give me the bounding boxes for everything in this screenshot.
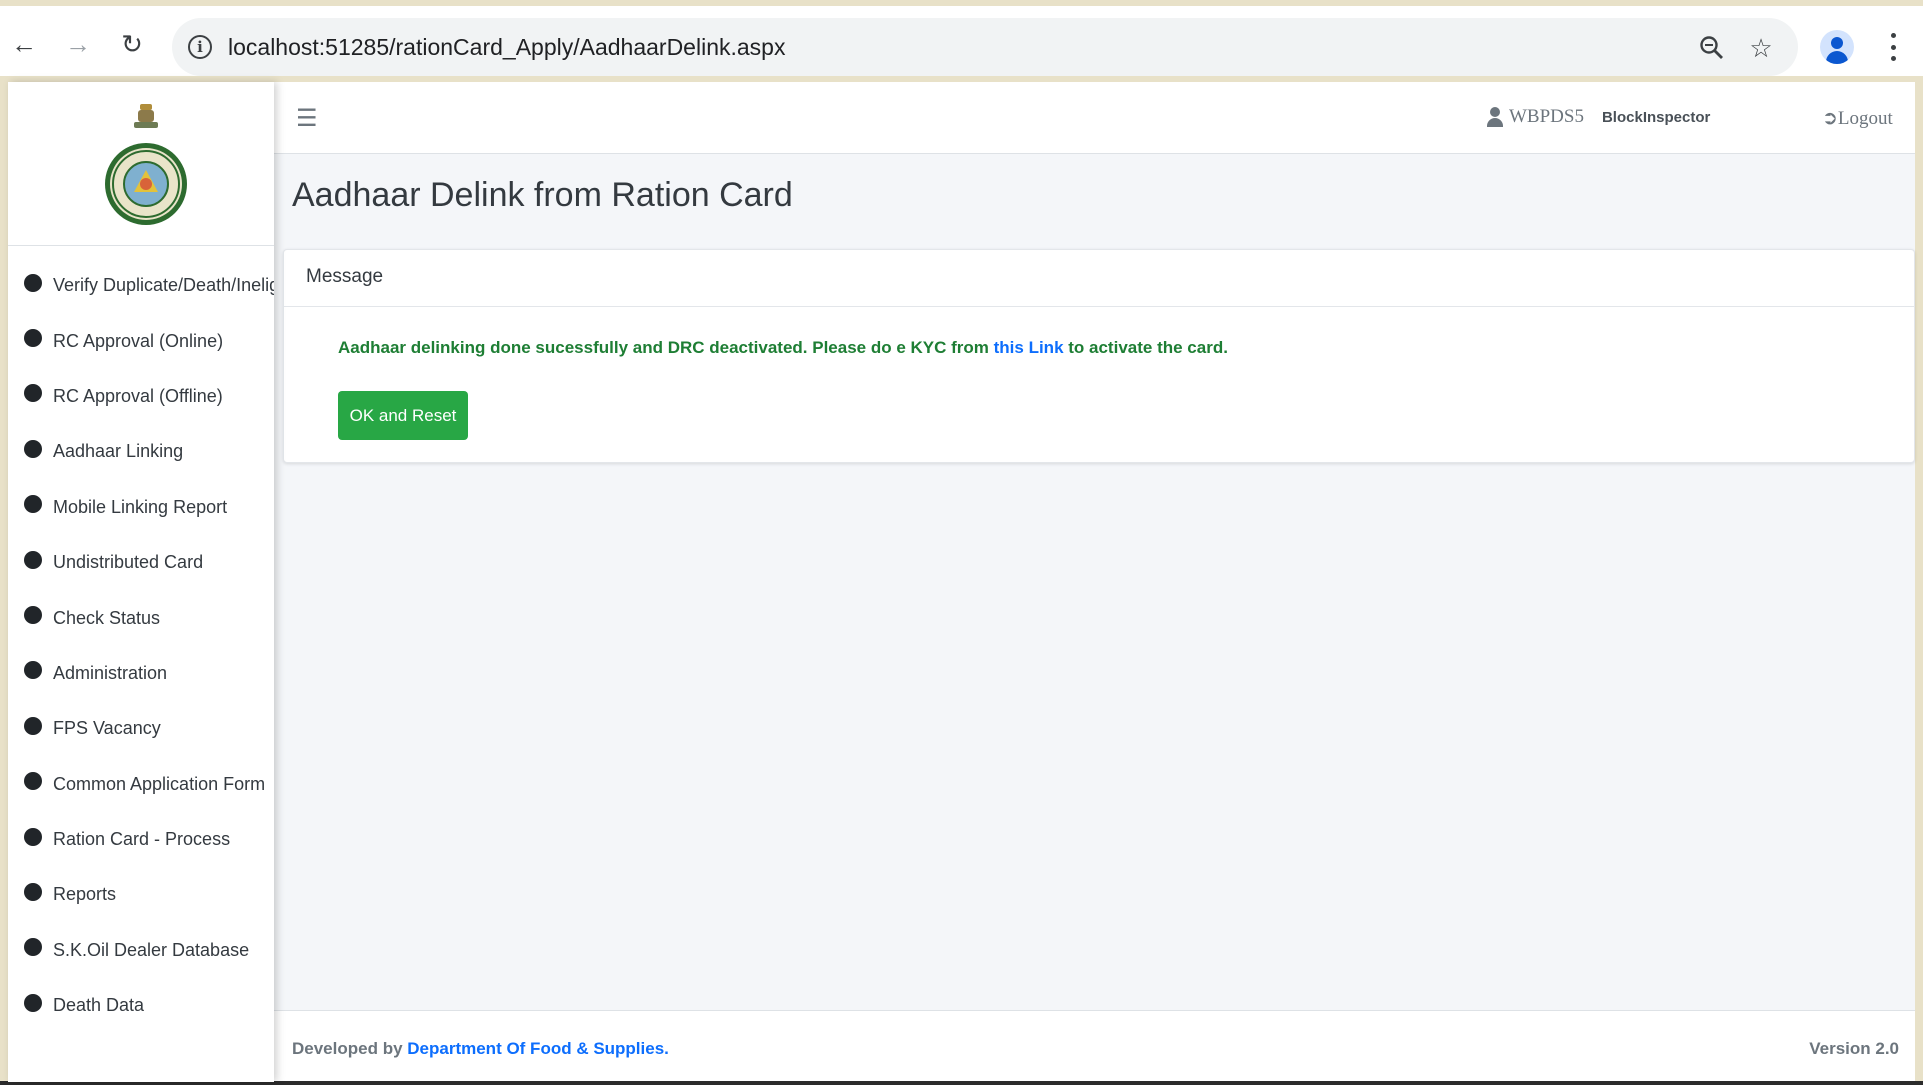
hamburger-icon[interactable]: ☰ — [296, 104, 318, 133]
top-navbar: ☰ WBPDS5 BlockInspector ➲Logout — [274, 82, 1915, 154]
bullet-icon — [24, 938, 42, 957]
bullet-icon — [24, 882, 42, 901]
logout-icon: ➲ — [1822, 108, 1838, 129]
zoom-icon[interactable] — [1698, 34, 1726, 62]
bullet-icon — [24, 384, 42, 403]
brand-area — [8, 82, 274, 246]
sidebar-item-reports[interactable]: Reports — [8, 867, 274, 922]
sidebar-item-ration-card-process[interactable]: Ration Card - Process — [8, 812, 274, 867]
bullet-icon — [24, 550, 42, 569]
card-header: Message — [284, 250, 1914, 307]
sidebar-item-aadhaar-linking[interactable]: Aadhaar Linking — [8, 424, 274, 479]
app-shell: Verify Duplicate/Death/Ineligible RC App… — [8, 82, 1915, 1082]
bullet-icon — [24, 606, 42, 625]
bullet-icon — [24, 439, 42, 458]
sidebar-item-rc-approval-online[interactable]: RC Approval (Online) — [8, 313, 274, 368]
kebab-menu-icon[interactable] — [1878, 30, 1908, 64]
sidebar-nav: Verify Duplicate/Death/Ineligible RC App… — [8, 246, 274, 1033]
bookmark-star-icon[interactable]: ☆ — [1747, 33, 1775, 63]
version-label: Version 2.0 — [1809, 1039, 1899, 1058]
profile-avatar-icon[interactable] — [1820, 30, 1854, 64]
message-card: Message Aadhaar delinking done sucessful… — [283, 249, 1915, 463]
bullet-icon — [24, 495, 42, 514]
browser-toolbar: ← → ↻ i localhost:51285/rationCard_Apply… — [0, 6, 1923, 76]
page-title: Aadhaar Delink from Ration Card — [292, 176, 793, 214]
window-bottom-edge — [0, 1081, 1923, 1085]
logout-link[interactable]: ➲Logout — [1822, 107, 1893, 130]
url-text[interactable]: localhost:51285/rationCard_Apply/Aadhaar… — [228, 34, 785, 61]
bullet-icon — [24, 772, 42, 791]
bullet-icon — [24, 273, 42, 292]
site-info-icon[interactable]: i — [188, 35, 212, 59]
sidebar-item-check-status[interactable]: Check Status — [8, 590, 274, 645]
forward-arrow-icon[interactable]: → — [60, 26, 96, 62]
sidebar-item-sk-oil-dealer-database[interactable]: S.K.Oil Dealer Database — [8, 923, 274, 978]
sidebar-item-mobile-linking-report[interactable]: Mobile Linking Report — [8, 480, 274, 535]
department-link[interactable]: Department Of Food & Supplies. — [407, 1039, 669, 1058]
bullet-icon — [24, 716, 42, 735]
username: WBPDS5 — [1509, 106, 1584, 127]
sidebar-item-administration[interactable]: Administration — [8, 646, 274, 701]
ok-and-reset-button[interactable]: OK and Reset — [338, 391, 468, 440]
sidebar-item-death-data[interactable]: Death Data — [8, 978, 274, 1033]
sidebar-item-rc-approval-offline[interactable]: RC Approval (Offline) — [8, 369, 274, 424]
user-icon — [1487, 107, 1503, 127]
address-bar[interactable]: i localhost:51285/rationCard_Apply/Aadha… — [172, 18, 1798, 76]
bullet-icon — [24, 827, 42, 846]
footer: Developed by Department Of Food & Suppli… — [274, 1010, 1915, 1082]
west-bengal-emblem-icon[interactable] — [100, 102, 192, 230]
user-role: BlockInspector — [1601, 108, 1711, 126]
sidebar: Verify Duplicate/Death/Ineligible RC App… — [8, 82, 274, 1082]
user-info[interactable]: WBPDS5 BlockInspector — [1487, 106, 1710, 128]
sidebar-item-fps-vacancy[interactable]: FPS Vacancy — [8, 701, 274, 756]
ekyc-link[interactable]: this Link — [994, 338, 1064, 357]
reload-icon[interactable]: ↻ — [114, 26, 150, 62]
bullet-icon — [24, 661, 42, 680]
sidebar-item-undistributed-card[interactable]: Undistributed Card — [8, 535, 274, 590]
success-message: Aadhaar delinking done sucessfully and D… — [338, 338, 1228, 357]
sidebar-item-verify-duplicate[interactable]: Verify Duplicate/Death/Ineligible — [8, 258, 274, 313]
sidebar-item-common-application-form[interactable]: Common Application Form — [8, 757, 274, 812]
bullet-icon — [24, 993, 42, 1012]
developed-by: Developed by Department Of Food & Suppli… — [292, 1039, 669, 1058]
bullet-icon — [24, 329, 42, 348]
back-arrow-icon[interactable]: ← — [6, 26, 42, 62]
